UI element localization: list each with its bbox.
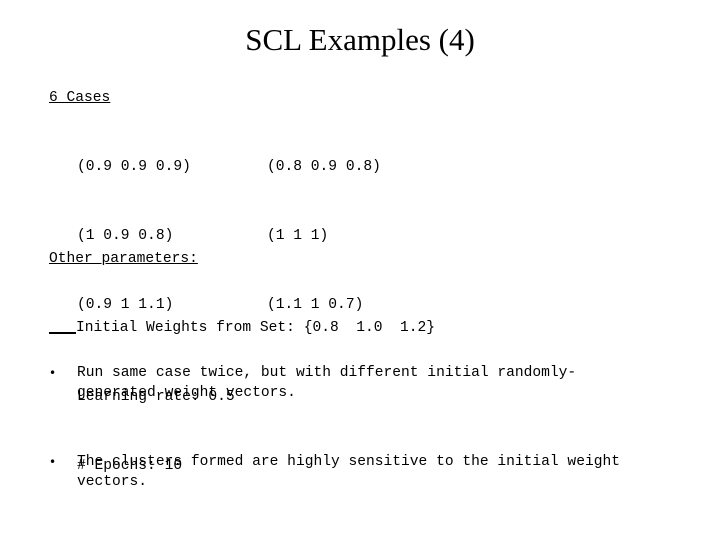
- bullet-text: The clusters formed are highly sensitive…: [77, 454, 620, 490]
- bullet-text: Run same case twice, but with different …: [77, 365, 577, 401]
- case-vector: (0.8 0.9 0.8): [267, 159, 381, 175]
- bullet-item: • The clusters formed are highly sensiti…: [49, 451, 637, 494]
- bullet-dot-icon: •: [49, 455, 57, 469]
- slide-title: SCL Examples (4): [245, 22, 475, 57]
- parameters-heading: Other parameters:: [49, 251, 198, 267]
- slide: SCL Examples (4) 6 Cases (0.9 0.9 0.9) (…: [0, 0, 720, 540]
- case-vector: (0.9 0.9 0.9): [77, 159, 191, 175]
- bullet-list: • Run same case twice, but with differen…: [49, 316, 637, 540]
- bullet-item: • Run same case twice, but with differen…: [49, 362, 637, 405]
- bullet-dot-icon: •: [49, 366, 57, 380]
- cases-heading: 6 Cases: [49, 90, 111, 106]
